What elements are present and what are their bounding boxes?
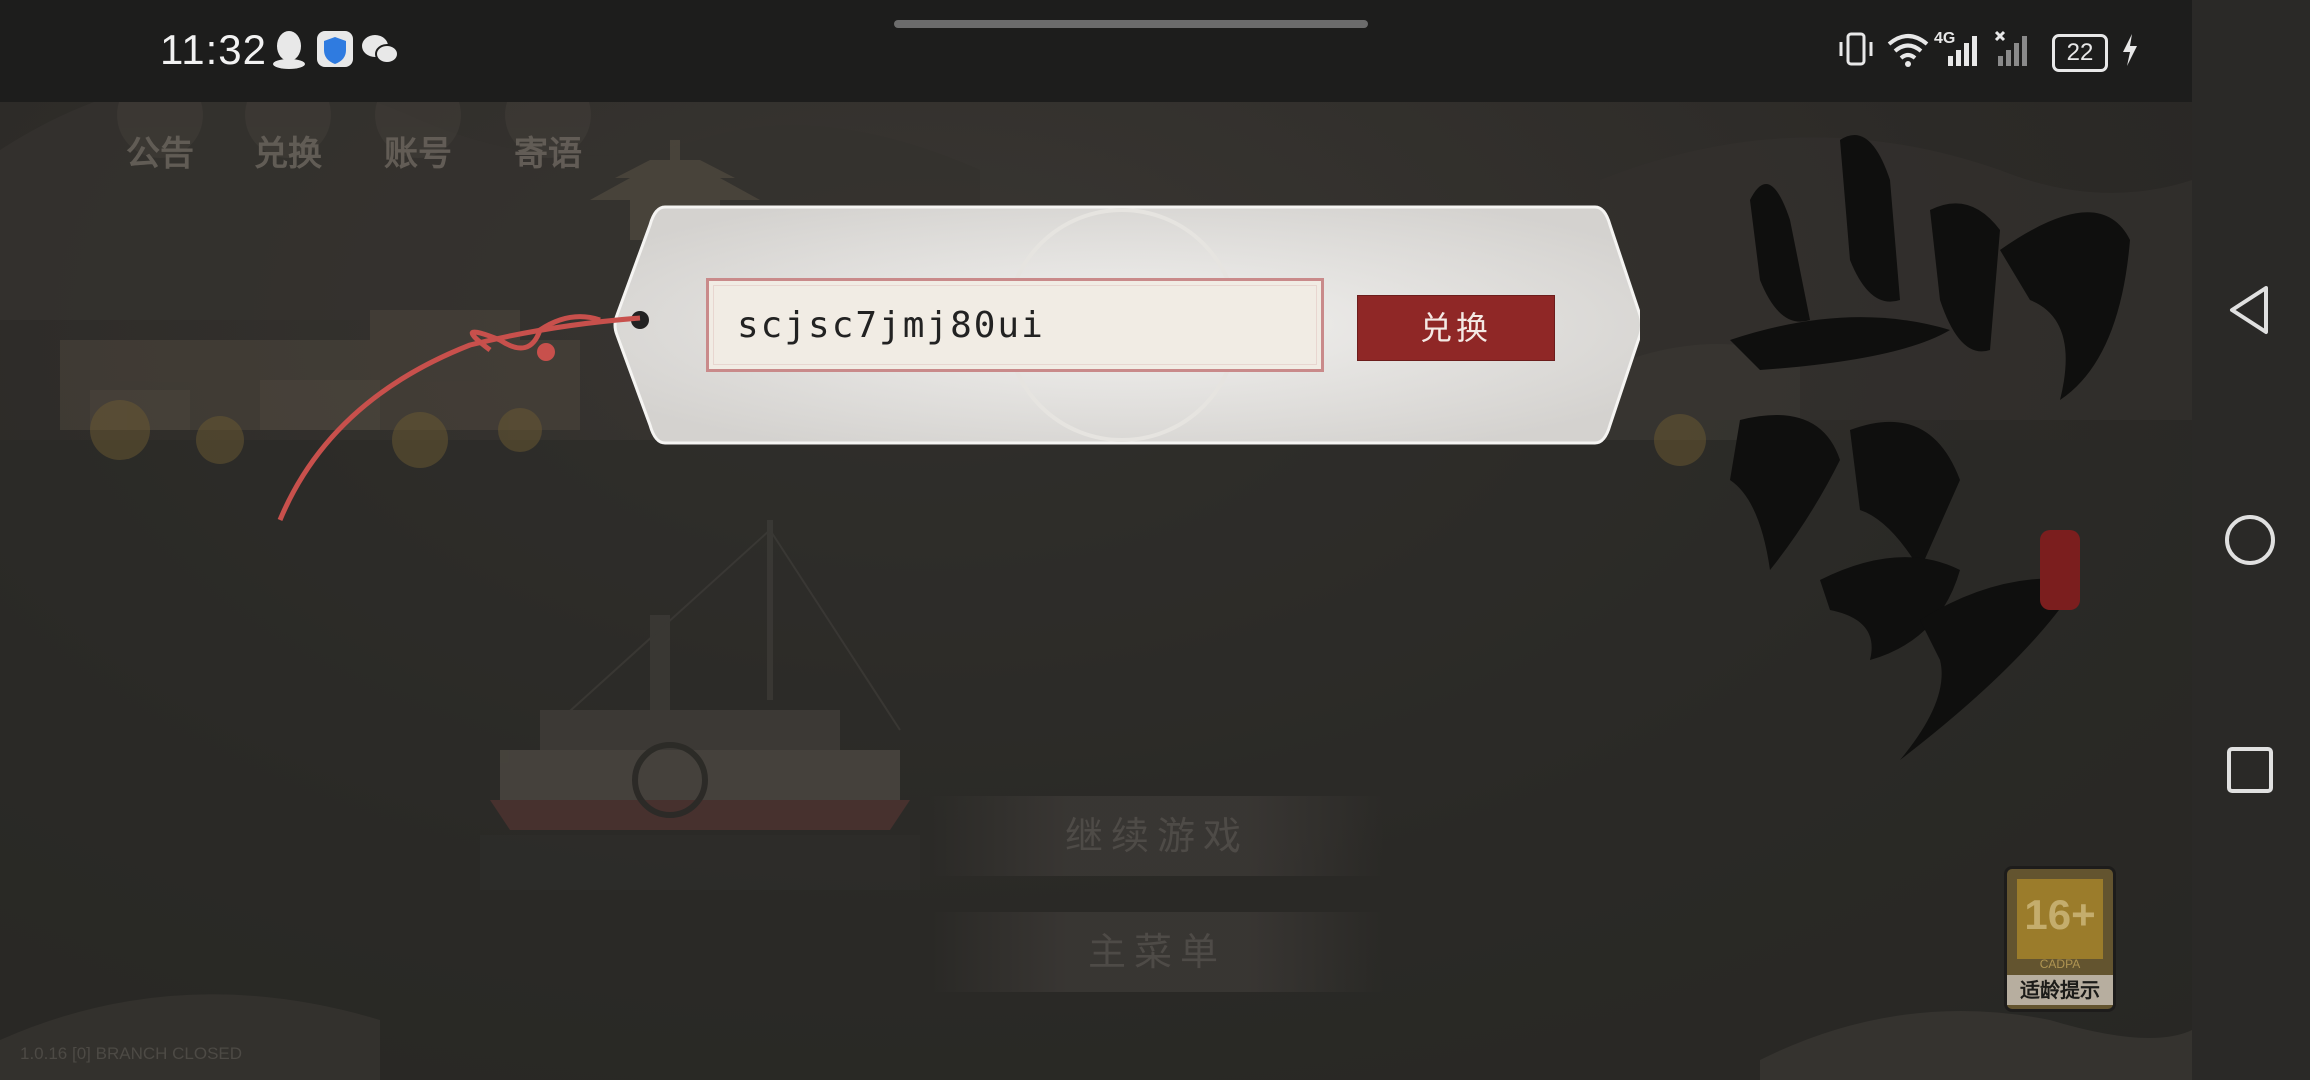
- charging-icon: [2123, 34, 2137, 66]
- back-icon[interactable]: [2222, 282, 2278, 338]
- recents-icon[interactable]: [2222, 742, 2278, 798]
- menu-redeem-label: 兑换: [254, 134, 322, 174]
- drag-handle[interactable]: [894, 20, 1368, 28]
- wechat-icon: [362, 35, 399, 64]
- tag-string: [277, 314, 641, 521]
- status-bar: 11:32 4G 22: [0, 0, 2192, 102]
- continue-game-button[interactable]: 继续游戏: [930, 796, 1384, 876]
- battery-icon: 22: [2052, 34, 2108, 72]
- redeem-button[interactable]: 兑换: [1357, 295, 1555, 361]
- version-text: 1.0.16 [0] BRANCH CLOSED: [20, 1044, 243, 1063]
- status-time: 11:32: [160, 26, 267, 73]
- age-rating-value: 16+: [2017, 879, 2103, 959]
- menu-announcement-label: 公告: [126, 134, 194, 174]
- menu-message-label: 寄语: [514, 134, 582, 174]
- redeem-code-input[interactable]: scjsc7jmj80ui: [706, 278, 1324, 372]
- shield-icon: [317, 31, 353, 67]
- vibrate-icon: [1839, 32, 1873, 66]
- game-screen: 公告 兑换 账号 寄语 scjsc7jmj80ui 兑换 继续游戏 主菜单 16…: [0, 0, 2310, 1080]
- home-icon[interactable]: [2222, 512, 2278, 568]
- age-rating-org: CADPA: [2039, 957, 2081, 971]
- main-menu-button[interactable]: 主菜单: [930, 912, 1384, 992]
- signal-icon: [1994, 30, 2027, 66]
- wifi-icon: [1887, 34, 1929, 67]
- age-rating-badge[interactable]: 16+ CADPA 适龄提示: [2004, 866, 2116, 1012]
- menu-account-label: 账号: [384, 134, 452, 174]
- qq-icon: [273, 31, 305, 69]
- seal-icon: [2040, 530, 2080, 610]
- game-logo: [1730, 135, 2130, 760]
- signal-4g-icon: [1948, 36, 1977, 66]
- age-rating-tip: 适龄提示: [2007, 975, 2113, 1005]
